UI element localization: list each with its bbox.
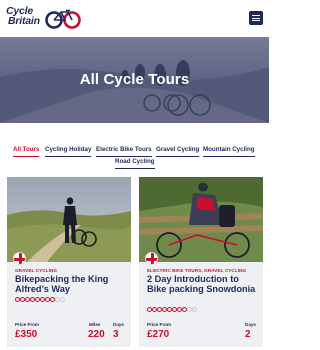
hamburger-menu-icon	[252, 15, 260, 17]
tour-image	[139, 177, 263, 262]
days-value: 2	[245, 329, 251, 340]
tour-title[interactable]: 2 Day Introduction to Bike packing Snowd…	[147, 274, 259, 294]
logo-line-2: Britain	[8, 15, 40, 27]
bicycle-icon	[45, 9, 81, 29]
miles-value: 220	[88, 329, 105, 340]
logo-wordmark: Cycle Britain	[6, 6, 40, 27]
cycle-britain-logo[interactable]: Cycle Britain	[6, 6, 81, 32]
page-title: All Cycle Tours	[79, 71, 190, 88]
difficulty-rating	[147, 306, 197, 313]
bike-rating-icon	[167, 306, 177, 313]
england-flag-icon	[13, 252, 26, 265]
site-header: Cycle Britain	[0, 0, 269, 37]
price-label: Price From	[147, 322, 171, 327]
days-value: 3	[113, 329, 119, 340]
page: Cycle Britain All Cycle Tours All Tours …	[0, 0, 269, 350]
bike-rating-icon	[55, 296, 65, 303]
menu-button[interactable]	[249, 11, 263, 25]
hero-banner: All Cycle Tours	[0, 37, 269, 123]
tour-image	[7, 177, 131, 262]
price-label: Price From	[15, 322, 39, 327]
bike-rating-icon	[25, 296, 35, 303]
price-value: £270	[147, 329, 170, 340]
difficulty-rating	[15, 296, 65, 303]
tour-title[interactable]: Bikepacking the King Alfred’s Way	[15, 274, 127, 294]
bike-rating-icon	[45, 296, 55, 303]
tab-gravel-cycling[interactable]: Gravel Cycling	[156, 146, 200, 157]
tab-road-cycling[interactable]: Road Cycling	[115, 158, 155, 169]
tab-electric-bike-tours[interactable]: Electric Bike Tours	[96, 146, 152, 157]
tour-category: GRAVEL CYCLING	[15, 268, 58, 273]
days-label: Days	[113, 322, 124, 327]
price-value: £350	[15, 329, 38, 340]
bike-rating-icon	[187, 306, 197, 313]
tab-all-tours[interactable]: All Tours	[13, 146, 40, 157]
bike-rating-icon	[147, 306, 157, 313]
bike-rating-icon	[35, 296, 45, 303]
miles-label: Miles	[89, 322, 101, 327]
tab-mountain-cycling[interactable]: Mountain Cycling	[203, 146, 255, 157]
tab-cycling-holiday[interactable]: Cycling Holiday	[45, 146, 92, 157]
bike-rating-icon	[15, 296, 25, 303]
days-label: Days	[245, 322, 256, 327]
bike-rating-icon	[177, 306, 187, 313]
bike-rating-icon	[157, 306, 167, 313]
wales-flag-icon	[145, 252, 158, 265]
tour-category: ELECTRIC BIKE TOURS, GRAVEL CYCLING	[147, 268, 247, 273]
